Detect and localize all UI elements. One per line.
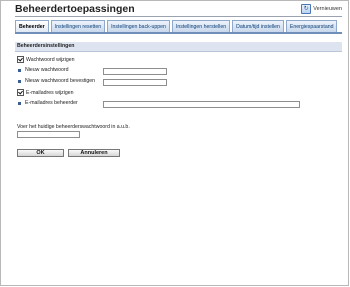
admin-email-input[interactable] <box>103 101 300 108</box>
confirm-password-input[interactable] <box>103 79 167 86</box>
change-email-checkbox[interactable] <box>17 89 24 96</box>
confirm-password-row: Nieuw wachtwoord bevestigen <box>17 78 95 84</box>
refresh-label: Vernieuwen <box>313 6 342 12</box>
tab-energiespaarstand[interactable]: Energiespaarstand <box>285 20 338 32</box>
change-email-label: E-mailadres wijzigen <box>26 89 74 96</box>
current-password-prompt: Voer het huidige beheerderswachtwoord in… <box>17 124 130 130</box>
page-title: Beheerdertoepassingen <box>15 3 135 15</box>
tab-instellingen-herstellen[interactable]: Instellingen herstellen <box>171 20 231 32</box>
tab-instellingen-resetten[interactable]: Instellingen resetten <box>50 20 106 32</box>
change-email-row: E-mailadres wijzigen <box>17 89 74 96</box>
tab-bar: Beheerder Instellingen resetten Instelli… <box>15 20 338 32</box>
new-password-label: Nieuw wachtwoord <box>25 67 69 73</box>
change-password-row: Wachtwoord wijzigen <box>17 56 75 63</box>
bullet-icon <box>18 101 21 105</box>
title-divider <box>15 16 342 17</box>
admin-email-row: E-mailadres beheerder <box>17 100 78 106</box>
bullet-icon <box>18 68 21 72</box>
tab-datum-tijd-instellen[interactable]: Datum/tijd instellen <box>232 20 284 32</box>
new-password-row: Nieuw wachtwoord <box>17 67 69 73</box>
refresh-button[interactable]: ↻ Vernieuwen <box>301 4 342 14</box>
cancel-button[interactable]: Annuleren <box>68 149 120 157</box>
new-password-input[interactable] <box>103 68 167 75</box>
change-password-checkbox[interactable] <box>17 56 24 63</box>
current-password-input[interactable] <box>17 131 80 138</box>
admin-email-label: E-mailadres beheerder <box>25 100 78 106</box>
tab-instellingen-back-uppen[interactable]: Instellingen back-uppen <box>107 20 170 32</box>
confirm-password-label: Nieuw wachtwoord bevestigen <box>25 78 96 84</box>
refresh-icon: ↻ <box>301 4 312 14</box>
tab-bar-underline <box>15 32 342 34</box>
bullet-icon <box>18 79 21 83</box>
tab-beheerder[interactable]: Beheerder <box>15 20 49 32</box>
change-password-label: Wachtwoord wijzigen <box>26 56 75 63</box>
section-header: Beheerdersinstellingen <box>15 42 342 52</box>
ok-button[interactable]: OK <box>17 149 64 157</box>
